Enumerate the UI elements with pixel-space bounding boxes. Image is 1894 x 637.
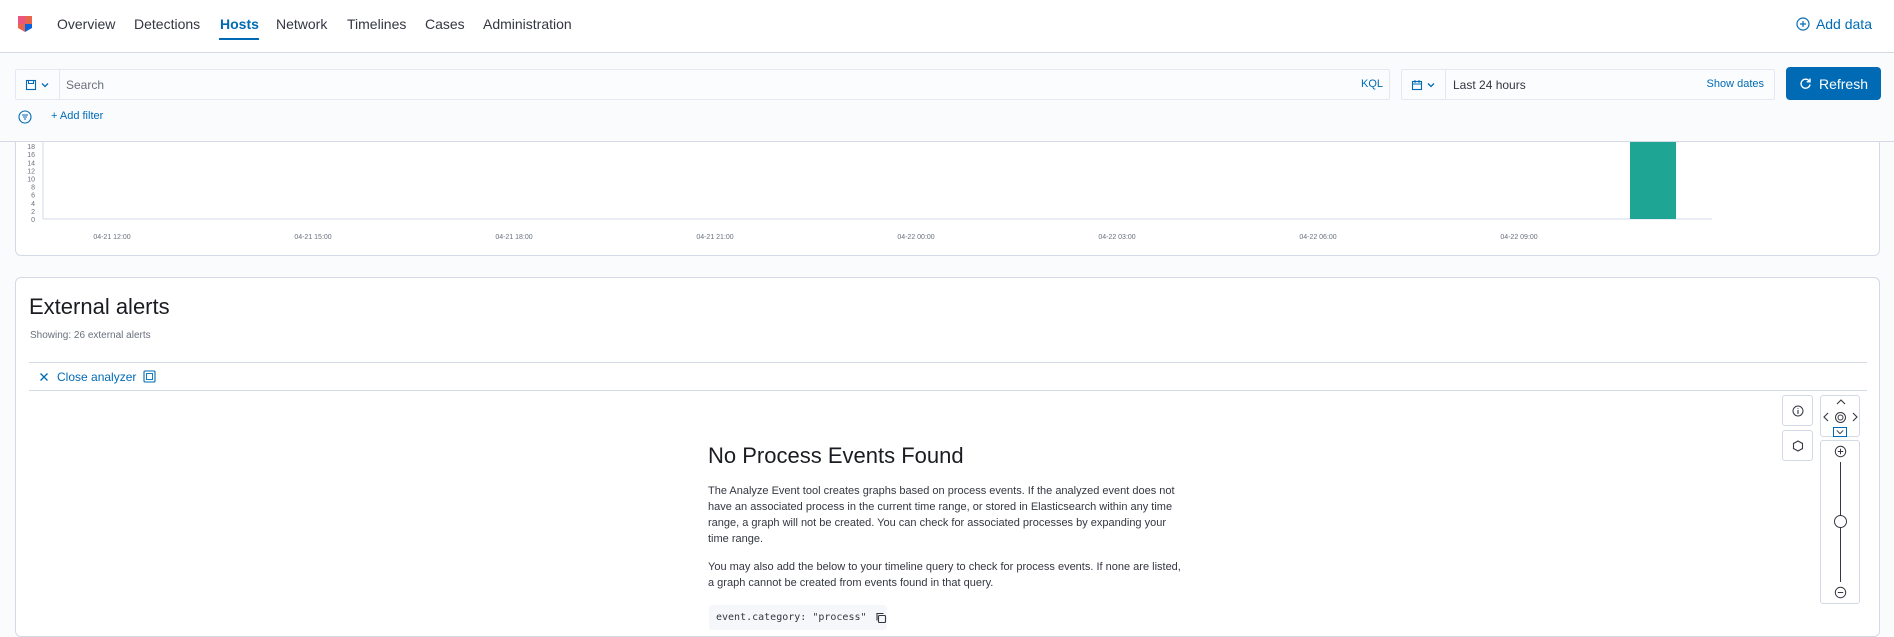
pan-right-icon[interactable] — [1851, 411, 1859, 423]
alerts-count: Showing: 26 external alerts — [30, 330, 151, 341]
process-query-code: event.category: "process" — [709, 605, 887, 630]
x-tick-label: 04-21 18:00 — [495, 234, 532, 241]
divider — [29, 362, 1867, 363]
search-bar: Search KQL — [15, 69, 1390, 100]
tab-hosts[interactable]: Hosts — [220, 16, 259, 32]
zoom-out-icon[interactable] — [1834, 586, 1847, 599]
pan-left-icon[interactable] — [1822, 411, 1830, 423]
x-tick-label: 04-21 12:00 — [93, 234, 130, 241]
tab-detections[interactable]: Detections — [134, 16, 200, 32]
info-icon — [1792, 405, 1803, 416]
empty-state-hint: You may also add the below to your timel… — [708, 561, 1181, 589]
x-tick-label: 04-21 21:00 — [696, 234, 733, 241]
histogram-bar[interactable] — [1630, 142, 1676, 219]
y-tick-label: 4 — [31, 201, 35, 208]
y-tick-label: 6 — [31, 193, 35, 200]
search-input[interactable]: Search — [66, 78, 104, 92]
security-app-logo[interactable] — [16, 14, 34, 34]
date-picker: Last 24 hours Show dates — [1401, 69, 1775, 100]
legend-info-button[interactable] — [1782, 395, 1813, 426]
y-tick-label: 18 — [27, 144, 35, 151]
zoom-controls — [1820, 440, 1860, 604]
chevron-down-icon — [41, 82, 49, 87]
calendar-icon — [1411, 79, 1423, 90]
events-histogram-panel: 0 2 4 6 8 10 12 14 16 18 04-21 12:00 04-21 15:00 04-… — [15, 142, 1880, 256]
events-histogram: 0246810 12141618 04-21 12:00 04-21 15:00 04-… — [27, 142, 1712, 241]
external-alerts-panel: External alerts Showing: 26 external ale… — [15, 277, 1880, 637]
x-tick-label: 04-21 15:00 — [294, 234, 331, 241]
pan-controls — [1820, 395, 1860, 437]
date-range-value[interactable]: Last 24 hours — [1453, 78, 1526, 92]
quick-date-menu-button[interactable] — [1402, 70, 1446, 99]
close-analyzer-button[interactable]: Close analyzer — [39, 370, 136, 384]
refresh-icon — [1800, 78, 1811, 89]
fullscreen-icon[interactable] — [143, 370, 156, 383]
y-tick-label: 8 — [31, 185, 35, 192]
schema-info-button[interactable] — [1782, 430, 1813, 461]
copy-icon[interactable] — [875, 612, 887, 624]
chevron-down-icon — [1427, 82, 1435, 87]
show-dates-link[interactable]: Show dates — [1707, 78, 1764, 90]
add-filter-link[interactable]: + Add filter — [51, 110, 103, 122]
y-tick-label: 10 — [27, 177, 35, 184]
kql-toggle[interactable]: KQL — [1361, 78, 1383, 90]
code-text: event.category: "process" — [716, 612, 867, 623]
y-tick-label: 16 — [27, 152, 35, 159]
saved-query-button[interactable] — [16, 70, 60, 99]
tab-network[interactable]: Network — [276, 16, 327, 32]
y-tick-label: 12 — [27, 168, 35, 175]
plus-circle-icon — [1796, 17, 1810, 31]
add-data-button[interactable]: Add data — [1796, 16, 1872, 32]
tab-overview[interactable]: Overview — [57, 16, 115, 32]
zoom-in-icon[interactable] — [1834, 445, 1847, 458]
active-tab-underline — [219, 38, 259, 40]
close-icon — [40, 373, 48, 381]
refresh-label: Refresh — [1818, 75, 1869, 92]
zoom-slider-thumb[interactable] — [1834, 515, 1847, 528]
y-tick-label: 2 — [31, 209, 35, 216]
tab-cases[interactable]: Cases — [425, 16, 465, 32]
pan-up-icon[interactable] — [1835, 398, 1847, 406]
filter-options-icon[interactable] — [18, 110, 32, 124]
center-icon[interactable] — [1834, 411, 1847, 424]
x-tick-label: 04-22 03:00 — [1098, 234, 1135, 241]
save-icon — [25, 79, 37, 90]
close-analyzer-label: Close analyzer — [57, 370, 137, 384]
empty-state-title: No Process Events Found — [708, 443, 964, 468]
divider — [29, 390, 1867, 391]
refresh-button[interactable]: Refresh — [1786, 67, 1881, 100]
add-data-label: Add data — [1815, 16, 1872, 32]
hexagon-icon — [1792, 439, 1803, 452]
top-navigation: Overview Detections Hosts Network Timeli… — [0, 0, 1894, 53]
pan-down-icon[interactable] — [1833, 427, 1847, 437]
tab-timelines[interactable]: Timelines — [347, 16, 406, 32]
x-tick-label: 04-22 06:00 — [1299, 234, 1336, 241]
x-tick-label: 04-22 00:00 — [897, 234, 934, 241]
y-tick-label: 0 — [31, 217, 35, 224]
tab-administration[interactable]: Administration — [483, 16, 572, 32]
empty-state-description: The Analyze Event tool creates graphs ba… — [708, 485, 1175, 545]
panel-title: External alerts — [29, 294, 170, 319]
y-tick-label: 14 — [27, 160, 35, 167]
x-tick-label: 04-22 09:00 — [1500, 234, 1537, 241]
